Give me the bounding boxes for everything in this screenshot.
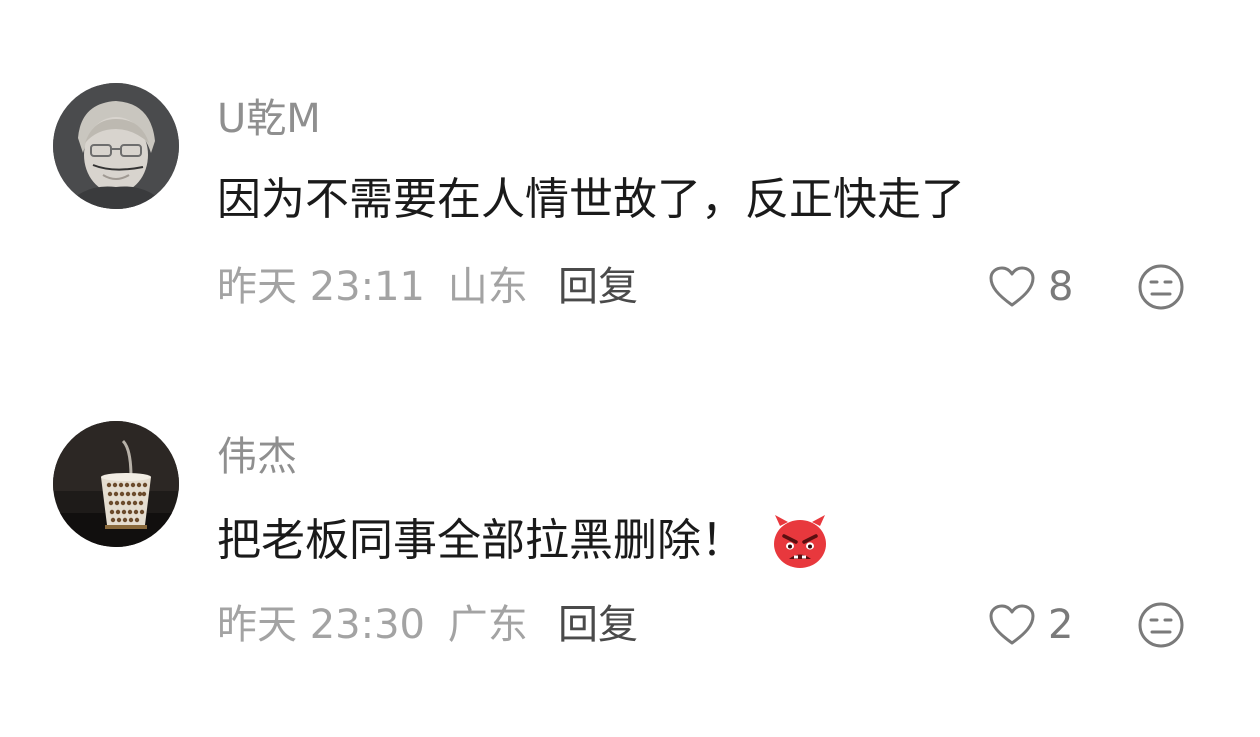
like-count: 8 [1048,264,1074,310]
comment-text-body: 因为不需要在人情世故了，反正快走了 [217,174,965,225]
comment-location: 广东 [447,602,528,648]
comment-meta: 昨天 23:11 山东 [217,263,528,311]
username[interactable]: 伟杰 [217,433,297,481]
reply-button[interactable]: 回复 [558,263,638,311]
username[interactable]: U乾M [217,95,321,143]
meh-face-icon [1138,602,1184,648]
heart-icon [989,604,1035,645]
dislike-button[interactable] [1137,263,1185,311]
dislike-button[interactable] [1137,601,1185,649]
avatar-cup-icon [53,421,179,547]
user-avatar[interactable] [53,83,179,209]
avatar-person-icon [53,83,179,209]
like-button[interactable]: 8 [988,263,1073,311]
user-avatar[interactable] [53,421,179,547]
like-button[interactable]: 2 [988,601,1073,649]
comment-text: 把老板同事全部拉黑删除！ [217,512,829,570]
reply-button[interactable]: 回复 [558,601,638,649]
meh-face-icon [1138,264,1184,310]
comment-location: 山东 [447,264,528,310]
comment-text-body: 把老板同事全部拉黑删除！ [217,515,745,566]
comment-text: 因为不需要在人情世故了，反正快走了 [217,172,965,228]
comment-time: 昨天 23:11 [217,264,425,310]
comment-meta: 昨天 23:30 广东 [217,601,528,649]
comment-time: 昨天 23:30 [217,602,425,648]
heart-icon [989,266,1035,307]
angry-devil-emoji-icon [771,512,829,570]
like-count: 2 [1048,602,1074,648]
